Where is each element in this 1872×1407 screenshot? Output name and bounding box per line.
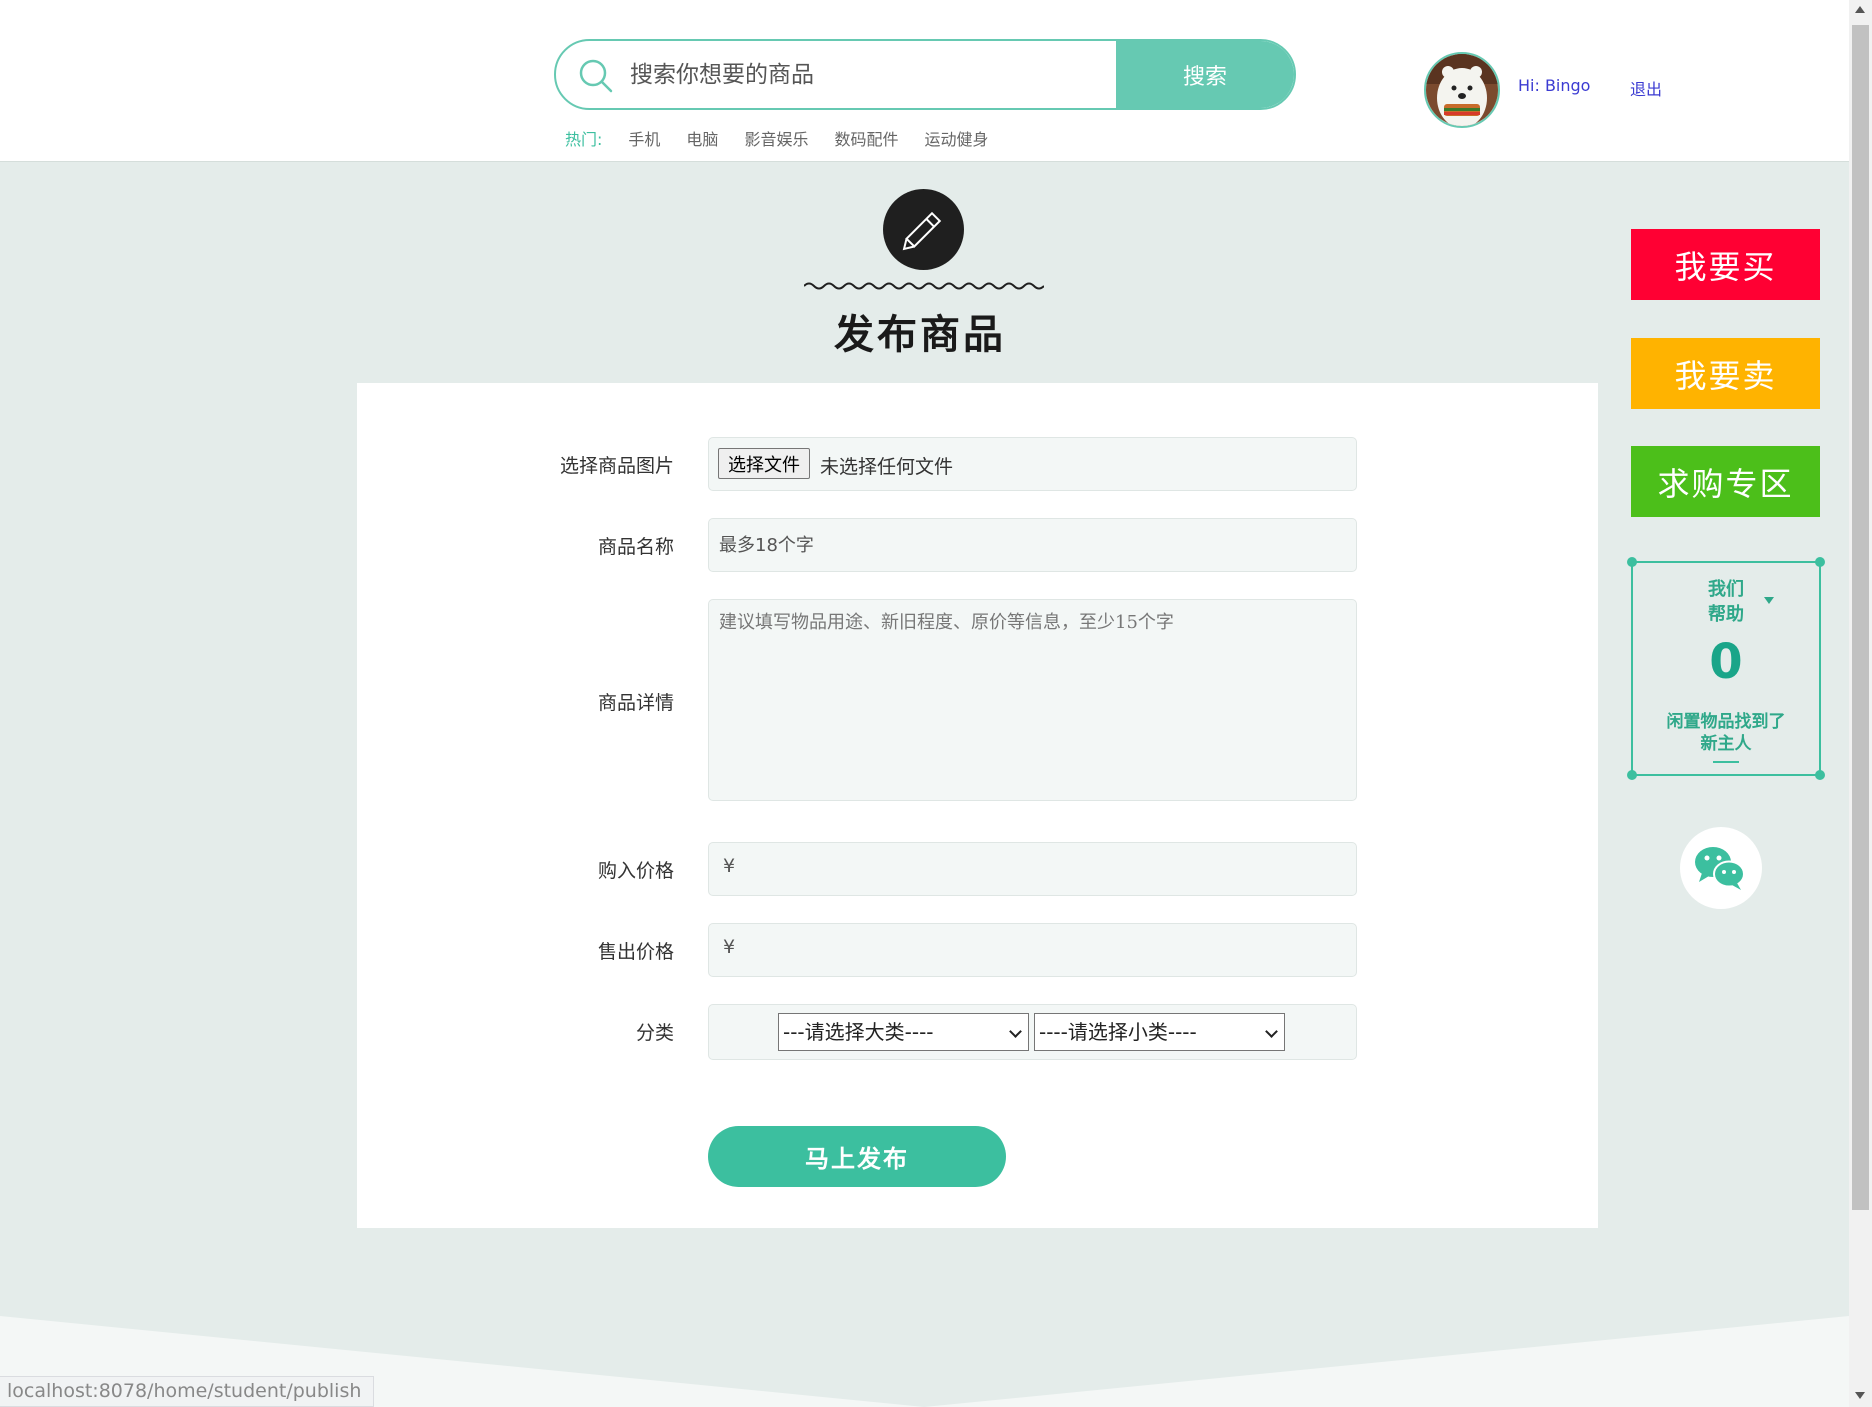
stats-caption-line2: 新主人 [1700, 734, 1752, 754]
status-bar-url: localhost:8078/home/student/publish [0, 1376, 375, 1407]
triangle-down-icon [1764, 597, 1774, 604]
sell-price-field: ¥ [708, 923, 1357, 977]
image-label: 选择商品图片 [559, 455, 674, 477]
stats-heading: 我们 帮助 [1633, 577, 1819, 627]
search-box: 搜索 [554, 39, 1296, 110]
publish-form: 选择商品图片 选择文件 未选择任何文件 商品名称 商品详情 购入价格 ¥ 售出价… [357, 383, 1598, 1228]
wanted-button[interactable]: 求购专区 [1631, 446, 1820, 517]
name-field [708, 518, 1357, 572]
publish-button[interactable]: 马上发布 [708, 1126, 1006, 1187]
corner-dot [1815, 770, 1825, 780]
corner-dot [1627, 770, 1637, 780]
wechat-icon [1695, 847, 1745, 890]
scrollbar[interactable] [1849, 0, 1872, 1407]
chevron-down-icon [1265, 1025, 1278, 1038]
search-input[interactable] [630, 41, 1100, 108]
corner-dot [1627, 557, 1637, 567]
detail-label: 商品详情 [597, 692, 674, 714]
sell-price-input[interactable] [709, 924, 1356, 976]
major-category-select[interactable]: ---请选择大类---- [778, 1013, 1029, 1051]
hot-link-fitness[interactable]: 运动健身 [924, 126, 988, 150]
stats-heading-line2: 帮助 [1708, 604, 1744, 625]
avatar[interactable] [1424, 52, 1500, 128]
buy-button[interactable]: 我要买 [1631, 229, 1820, 300]
bear-avatar-image [1426, 54, 1498, 126]
scroll-down-icon[interactable] [1855, 1392, 1865, 1399]
hot-link-phone[interactable]: 手机 [628, 126, 660, 150]
name-label: 商品名称 [597, 536, 674, 558]
hot-link-entertainment[interactable]: 影音娱乐 [744, 126, 808, 150]
stats-underline [1713, 761, 1739, 763]
name-input[interactable] [709, 519, 1356, 571]
minor-category-value: ----请选择小类---- [1039, 1020, 1197, 1044]
minor-category-select[interactable]: ----请选择小类---- [1034, 1013, 1285, 1051]
user-greeting: Hi: Bingo [1518, 76, 1591, 95]
buy-price-field: ¥ [708, 842, 1357, 896]
title-wave-divider [804, 282, 1044, 290]
detail-textarea[interactable] [709, 600, 1356, 800]
buy-price-input[interactable] [709, 843, 1356, 895]
choose-file-button[interactable]: 选择文件 [718, 448, 810, 479]
scroll-up-icon[interactable] [1855, 6, 1865, 13]
sell-price-label: 售出价格 [597, 941, 674, 963]
stats-caption: 闲置物品找到了 新主人 [1633, 711, 1819, 755]
pencil-icon [883, 189, 964, 270]
stats-box: 我们 帮助 0 闲置物品找到了 新主人 [1627, 557, 1825, 780]
sell-button[interactable]: 我要卖 [1631, 338, 1820, 409]
hot-label: 热门: [565, 130, 603, 149]
chevron-down-icon [1009, 1025, 1022, 1038]
corner-dot [1815, 557, 1825, 567]
image-field: 选择文件 未选择任何文件 [708, 437, 1357, 491]
search-icon [579, 59, 613, 93]
scroll-thumb[interactable] [1852, 25, 1869, 1210]
search-button[interactable]: 搜索 [1116, 41, 1294, 108]
page-title: 发布商品 [834, 311, 1006, 358]
stats-count: 0 [1709, 634, 1743, 690]
wechat-button[interactable] [1680, 827, 1762, 909]
stats-caption-line1: 闲置物品找到了 [1666, 712, 1786, 732]
category-label: 分类 [635, 1022, 674, 1044]
detail-field [708, 599, 1357, 801]
file-status: 未选择任何文件 [820, 456, 954, 478]
buy-price-label: 购入价格 [597, 860, 674, 882]
logout-link[interactable]: 退出 [1630, 76, 1662, 100]
hot-link-accessories[interactable]: 数码配件 [834, 126, 898, 150]
stats-heading-line1: 我们 [1708, 579, 1744, 600]
major-category-value: ---请选择大类---- [783, 1020, 934, 1044]
category-field: ---请选择大类---- ----请选择小类---- [708, 1004, 1357, 1060]
top-header: 搜索 热门: 手机 电脑 影音娱乐 数码配件 运动健身 Hi: Bingo 退出 [0, 0, 1849, 162]
hot-link-computer[interactable]: 电脑 [686, 126, 718, 150]
hot-keywords: 热门: 手机 电脑 影音娱乐 数码配件 运动健身 [565, 126, 1014, 150]
